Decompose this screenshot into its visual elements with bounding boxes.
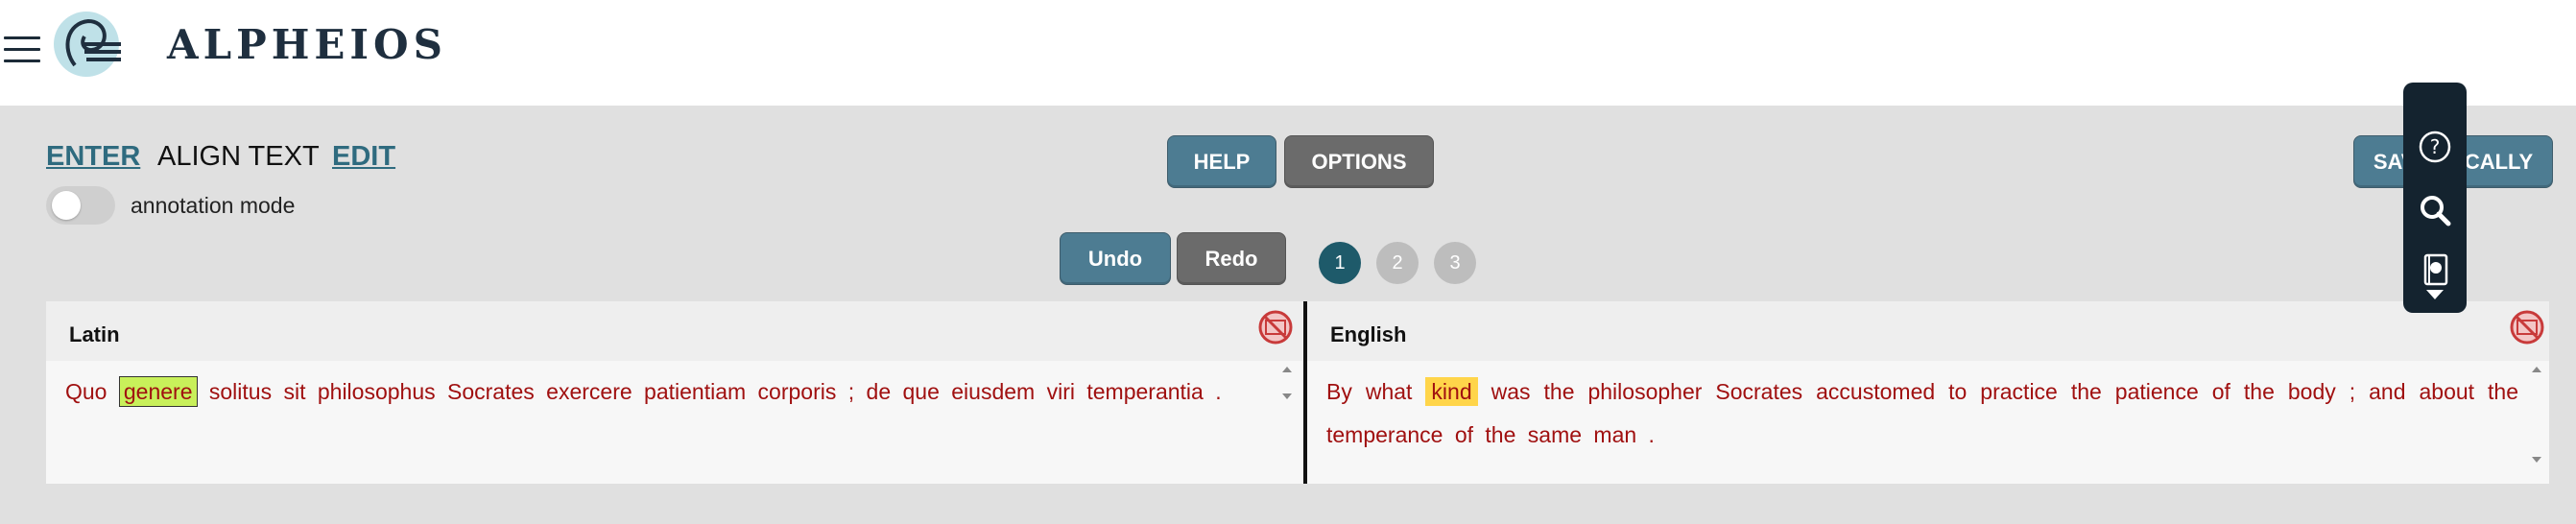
toggle-knob (52, 191, 81, 220)
latin-pane-title: Latin (69, 322, 120, 346)
step-3[interactable]: 3 (1434, 242, 1476, 284)
redo-button[interactable]: Redo (1177, 232, 1286, 285)
alpheios-logo-icon (54, 12, 121, 77)
english-pane-title: English (1330, 322, 1407, 346)
help-button[interactable]: HELP (1167, 135, 1276, 188)
options-button[interactable]: OPTIONS (1284, 135, 1434, 188)
annotation-mode-label: annotation mode (131, 193, 296, 218)
english-pane-header: English (1307, 301, 2549, 361)
latin-words-after[interactable]: solitus sit philosophus Socrates exercer… (209, 379, 1222, 404)
latin-scrollbar[interactable] (1280, 367, 1294, 399)
annotation-mode-toggle[interactable] (46, 186, 115, 225)
nav-enter-link[interactable]: ENTER (46, 141, 140, 173)
undo-button[interactable]: Undo (1060, 232, 1171, 285)
search-icon[interactable] (2417, 192, 2453, 228)
chevron-down-icon[interactable] (2417, 286, 2453, 305)
latin-pane: Latin Quo genere solitus sit philosophus… (46, 301, 1303, 484)
english-text: By what kind was the philosopher Socrate… (1326, 370, 2518, 457)
english-words-after[interactable]: was the philosopher Socrates accustomed … (1326, 379, 2518, 447)
latin-pane-header: Latin (46, 301, 1303, 361)
latin-text: Quo genere solitus sit philosophus Socra… (65, 370, 1222, 414)
no-annotation-icon[interactable] (1257, 309, 1294, 345)
latin-highlighted-word[interactable]: genere (118, 376, 198, 407)
english-scrollbar[interactable] (2530, 367, 2543, 463)
step-2[interactable]: 2 (1376, 242, 1419, 284)
english-highlighted-word[interactable]: kind (1425, 377, 1478, 406)
nav-edit-link[interactable]: EDIT (332, 141, 395, 173)
floating-toolbar: ? (2403, 83, 2467, 313)
logo-text: ALPHEIOS (167, 21, 447, 68)
step-1[interactable]: 1 (1319, 242, 1361, 284)
menu-icon[interactable] (4, 36, 40, 63)
english-pane: English By what kind was the philosopher… (1303, 301, 2549, 484)
english-words-before[interactable]: By what (1326, 379, 1412, 404)
book-icon[interactable] (2417, 251, 2453, 288)
nav-align-text[interactable]: ALIGN TEXT (157, 141, 320, 173)
svg-text:?: ? (2430, 135, 2441, 158)
no-annotation-icon[interactable] (2509, 309, 2545, 345)
help-icon[interactable]: ? (2417, 129, 2453, 165)
latin-words-before[interactable]: Quo (65, 379, 107, 404)
app-header: ALPHEIOS (0, 0, 2576, 106)
